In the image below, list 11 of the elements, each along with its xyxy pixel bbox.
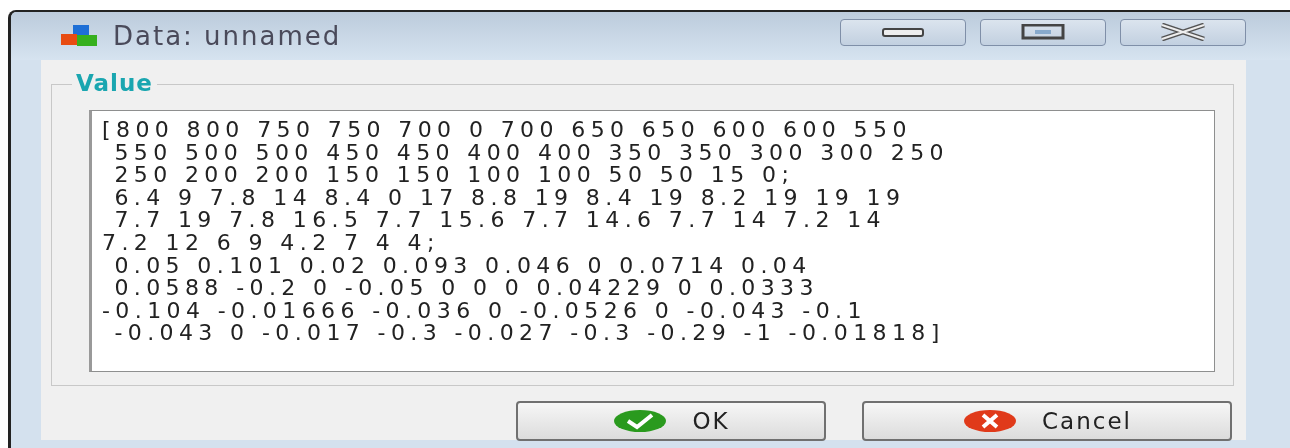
maximize-icon bbox=[1021, 24, 1065, 40]
value-field[interactable]: [800 800 750 750 700 0 700 650 650 600 600 550 550 500 500 450 450 400 400 350 350 300 300 250 250 200 200 150 150 100 100 50 50 15 0; 6.4 9 7.8 14 8.4 0 17 8.8 19 8.4 19 8.2 19 19 19 7.7 19 7.8 16.5 7.7 15.6 7.7 14.6 7.7 14 7.2 14 7.2 12 6 9 4.2 7 4 4; 0.05 0.101 0.02 0.093 0.046 0 0.0714 0.04 0.0588 -0.2 0 -0.05 0 0 0 0.04229 0 0.0333 -0.104 -0.01666 -0.036 0 -0.0526 0 -0.043 -0.1 -0.043 0 -0.017 -0.3 -0.027 -0.3 -0.29 -1 -0.01818] bbox=[89, 110, 1215, 372]
close-button[interactable] bbox=[1120, 18, 1246, 46]
minimize-button[interactable] bbox=[840, 18, 966, 46]
maximize-button[interactable] bbox=[980, 18, 1106, 46]
check-icon bbox=[612, 409, 669, 433]
window-title: Data: unnamed bbox=[113, 21, 342, 51]
cancel-icon bbox=[962, 409, 1019, 433]
minimize-icon bbox=[881, 25, 925, 39]
ok-button[interactable]: OK bbox=[516, 401, 826, 441]
cancel-button[interactable]: Cancel bbox=[862, 401, 1232, 441]
